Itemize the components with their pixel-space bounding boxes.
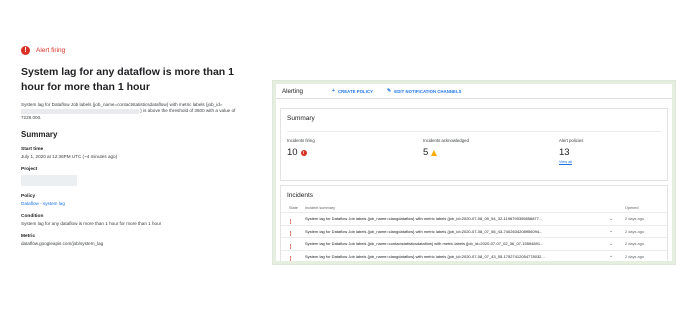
policy-label: Policy: [21, 194, 36, 200]
pencil-icon: ✎: [387, 88, 392, 94]
console-toolbar: Alerting + CREATE POLICY ✎ EDIT NOTIFICA…: [276, 84, 672, 99]
project-field: Project: [21, 167, 261, 187]
alert-description: System lag for Dataflow Job labels {job_…: [21, 102, 251, 121]
alert-status: Alert firing: [36, 47, 66, 54]
incidents-card-title: Incidents: [287, 192, 314, 199]
policy-field: Policy Dataflow - system lag: [21, 194, 261, 206]
start-time-value: July 1, 2020 at 12:36PM UTC (~4 minutes …: [21, 154, 118, 160]
start-time-field: Start time July 1, 2020 at 12:36PM UTC (…: [21, 147, 261, 159]
incident-summary[interactable]: System lag for Dataflow Job labels {job_…: [305, 216, 609, 221]
error-icon: !: [21, 46, 30, 55]
metric-field: Metric dataflow.googleapis.com/job/syste…: [21, 234, 261, 246]
chevron-down-icon[interactable]: ⌄: [609, 228, 625, 234]
policy-link[interactable]: Dataflow - system lag: [21, 201, 261, 206]
redacted-job-id: [21, 108, 139, 114]
alerting-console-screenshot: Alerting + CREATE POLICY ✎ EDIT NOTIFICA…: [272, 80, 676, 265]
condition-value: System lag for any dataflow is more than…: [21, 221, 162, 227]
summary-card: Summary Incidents firing 10 ! Incidents …: [280, 108, 668, 181]
metric-incidents-acknowledged: Incidents acknowledged 5: [423, 132, 559, 173]
app-title: Alerting: [282, 87, 303, 95]
state-cell: !: [281, 247, 305, 261]
view-all-link[interactable]: View all: [559, 160, 659, 164]
alert-email: ! Alert firing System lag for any datafl…: [21, 46, 261, 246]
incident-summary[interactable]: System lag for Dataflow Job labels {job_…: [305, 229, 609, 234]
summary-metrics: Incidents firing 10 ! Incidents acknowle…: [287, 131, 661, 173]
metric-value: dataflow.googleapis.com/job/system_lag: [21, 241, 104, 247]
start-time-label: Start time: [21, 147, 44, 153]
condition-field: Condition System lag for any dataflow is…: [21, 214, 261, 226]
incidents-card: Incidents State Incident summary Opened …: [280, 185, 668, 261]
metric-label: Alert policies: [559, 138, 584, 143]
table-row[interactable]: ! System lag for Dataflow Job labels {jo…: [281, 213, 667, 226]
project-label: Project: [21, 167, 38, 173]
column-summary[interactable]: Incident summary: [305, 206, 625, 210]
metric-label: Incidents firing: [287, 138, 315, 143]
metric-label: Incidents acknowledged: [423, 138, 469, 143]
metric-value: 10: [287, 147, 298, 158]
edit-notification-channels-button[interactable]: ✎ EDIT NOTIFICATION CHANNELS: [387, 88, 462, 94]
metric-value: 5: [423, 147, 429, 158]
metric-alert-policies: Alert policies 13 View all: [559, 132, 659, 173]
incidents-table: State Incident summary Opened ! System l…: [281, 204, 667, 261]
metric-value-row: 5: [423, 147, 559, 158]
chevron-down-icon[interactable]: ⌄: [609, 241, 625, 247]
chevron-down-icon[interactable]: ⌄: [609, 253, 625, 259]
create-policy-button[interactable]: + CREATE POLICY: [332, 88, 373, 94]
alert-header: ! Alert firing: [21, 46, 261, 55]
metric-incidents-firing: Incidents firing 10 !: [287, 132, 423, 173]
summary-heading: Summary: [21, 130, 58, 140]
incident-opened: 2 days ago: [625, 228, 645, 234]
incidents-table-header: State Incident summary Opened: [281, 204, 667, 213]
summary-card-title: Summary: [287, 115, 315, 122]
metric-value-row: 10 !: [287, 147, 423, 158]
metric-value-row: 13: [559, 147, 659, 158]
incident-summary[interactable]: System lag for Dataflow Job labels {job_…: [305, 254, 609, 259]
column-opened[interactable]: Opened: [625, 206, 667, 210]
plus-icon: +: [332, 88, 336, 94]
create-policy-label: CREATE POLICY: [338, 88, 373, 94]
alert-description-start: System lag for Dataflow Job labels {job_…: [21, 102, 223, 107]
incident-opened: 2 days ago: [625, 216, 645, 222]
incident-summary[interactable]: System lag for Dataflow Job labels {job_…: [305, 241, 609, 246]
incident-opened: 2 days ago: [625, 253, 645, 259]
console-window: Alerting + CREATE POLICY ✎ EDIT NOTIFICA…: [276, 84, 672, 261]
condition-label: Condition: [21, 214, 44, 220]
metric-value: 13: [559, 147, 570, 158]
table-row[interactable]: ! System lag for Dataflow Job labels {jo…: [281, 251, 667, 261]
metric-label: Metric: [21, 234, 36, 240]
error-icon: !: [290, 256, 292, 261]
incident-opened: 2 days ago: [625, 241, 645, 247]
chevron-down-icon[interactable]: ⌄: [609, 216, 625, 222]
error-icon: !: [300, 149, 307, 156]
alert-title: System lag for any dataflow is more than…: [21, 66, 234, 93]
redacted-project: [21, 175, 77, 187]
warning-icon: [431, 149, 438, 156]
table-row[interactable]: ! System lag for Dataflow Job labels {jo…: [281, 238, 667, 251]
table-row[interactable]: ! System lag for Dataflow Job labels {jo…: [281, 226, 667, 238]
edit-channels-label: EDIT NOTIFICATION CHANNELS: [394, 88, 462, 94]
